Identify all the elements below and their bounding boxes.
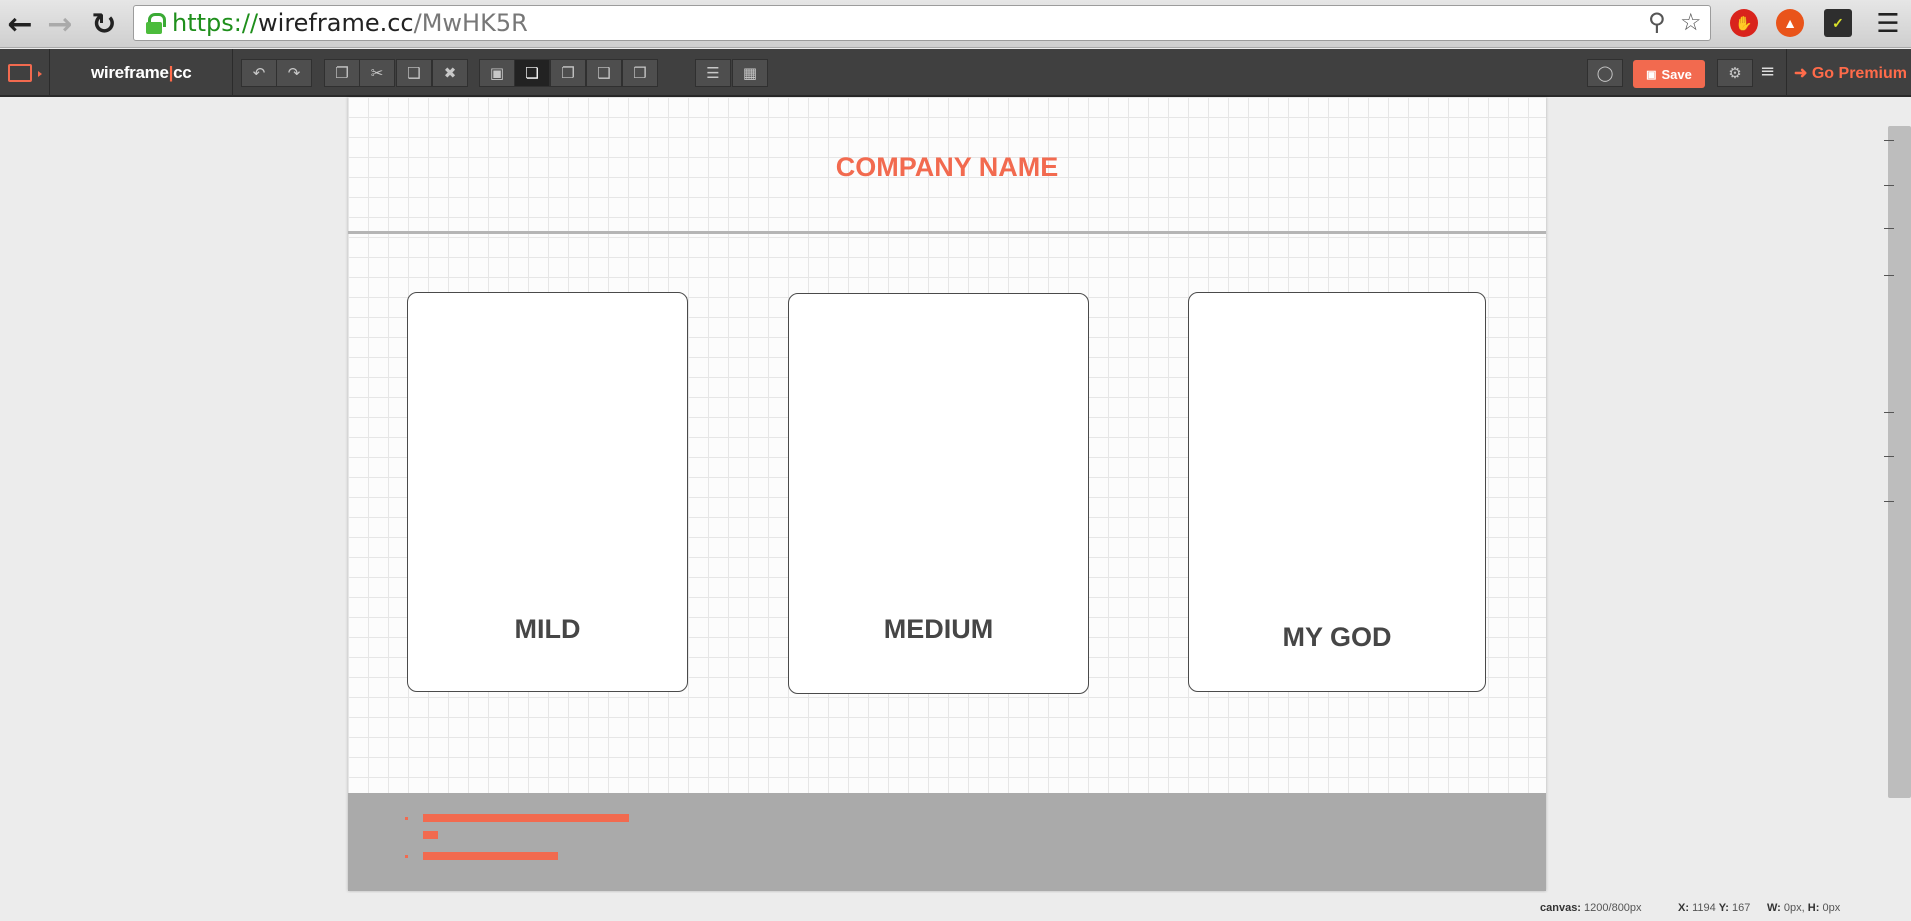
cursor-position-readout: X: 1194 Y: 167 xyxy=(1678,902,1750,914)
list-bullet xyxy=(405,855,408,858)
wireframe-canvas[interactable]: COMPANY NAME MILD MEDIUM MY GOD xyxy=(348,97,1546,891)
forward-arrow-icon[interactable]: → xyxy=(42,6,78,42)
toolbar-divider xyxy=(232,49,233,97)
ruler-tick xyxy=(1884,228,1894,229)
send-back-icon[interactable]: ❒ xyxy=(622,59,658,87)
floppy-icon: ▣ xyxy=(1646,68,1657,81)
y-label: Y: xyxy=(1718,902,1729,914)
address-bar[interactable]: https://wireframe.cc/MwHK5R xyxy=(133,5,1711,41)
card-my-god[interactable]: MY GOD xyxy=(1188,292,1486,692)
url-scheme: https:// xyxy=(172,9,259,37)
ruler-tick xyxy=(1884,412,1894,413)
browser-toolbar: ← → ↻ https://wireframe.cc/MwHK5R ⚲ ☆ ✋ … xyxy=(0,0,1911,48)
canvas-size-readout: canvas: 1200/800px xyxy=(1540,902,1642,914)
ruler-tick xyxy=(1884,185,1894,186)
app-toolbar: wireframe|cc ↶ ↷ ❐ ✂ ❑ ✖ ▣ ❏ ❐ ❑ ❒ ☰ ▦ ◯… xyxy=(0,49,1911,97)
group-icon[interactable]: ▦ xyxy=(732,59,768,87)
align-icon[interactable]: ☰ xyxy=(695,59,731,87)
card-medium[interactable]: MEDIUM xyxy=(788,293,1089,694)
logo-main: wireframe xyxy=(91,63,169,82)
header-divider[interactable] xyxy=(348,231,1546,234)
delete-icon[interactable]: ✖ xyxy=(432,59,468,87)
paste-icon[interactable]: ❑ xyxy=(396,59,432,87)
menu-icon[interactable]: ☰ xyxy=(1870,6,1906,42)
duplicate-icon[interactable]: ❐ xyxy=(324,59,360,87)
reload-icon[interactable]: ↻ xyxy=(86,6,122,42)
footer-link-placeholder[interactable] xyxy=(423,852,558,860)
toolbar-divider xyxy=(1786,49,1787,97)
x-label: X: xyxy=(1678,902,1689,914)
card-label: MY GOD xyxy=(1282,622,1392,652)
status-bar: canvas: 1200/800px X: 1194 Y: 167 W: 0px… xyxy=(0,893,1911,921)
zoom-icon[interactable]: ⚲ xyxy=(1648,8,1666,36)
lock-icon xyxy=(146,13,166,34)
canvas-size-label: canvas: xyxy=(1540,902,1581,914)
h-label: H: xyxy=(1807,902,1820,914)
hamburger-menu-icon[interactable]: ≡ xyxy=(1760,61,1775,82)
url-host: wireframe.cc xyxy=(258,9,414,37)
y-value: 167 xyxy=(1732,902,1751,914)
save-button[interactable]: ▣ Save xyxy=(1633,60,1705,88)
toolbar-divider xyxy=(49,49,50,97)
lock-toggle-icon[interactable]: ▣ xyxy=(479,59,515,87)
cut-icon[interactable]: ✂ xyxy=(359,59,395,87)
bring-forward-icon[interactable]: ❐ xyxy=(550,59,586,87)
bring-front-icon[interactable]: ❏ xyxy=(514,59,550,87)
arrow-right-icon: ➜ xyxy=(1794,65,1812,82)
ruler-tick xyxy=(1884,275,1894,276)
company-name-heading[interactable]: COMPANY NAME xyxy=(348,152,1546,183)
checkmark-extension-icon[interactable]: ✓ xyxy=(1824,9,1852,37)
sidebar-toggle-icon[interactable] xyxy=(8,64,32,82)
app-logo: wireframe|cc xyxy=(91,63,192,83)
logo-suffix: cc xyxy=(173,63,192,82)
caret-right-icon xyxy=(38,71,42,77)
w-label: W: xyxy=(1767,902,1781,914)
settings-icon[interactable]: ⚙ xyxy=(1717,59,1753,87)
comment-icon[interactable]: ◯ xyxy=(1587,59,1623,87)
star-icon[interactable]: ☆ xyxy=(1680,8,1702,36)
h-value: 0px xyxy=(1822,902,1841,914)
ruler-tick xyxy=(1884,501,1894,502)
ruler-tick xyxy=(1884,456,1894,457)
back-arrow-icon[interactable]: ← xyxy=(2,6,38,42)
w-value: 0px, xyxy=(1783,902,1805,914)
redo-icon[interactable]: ↷ xyxy=(276,59,312,87)
footer-link-placeholder[interactable] xyxy=(423,814,629,822)
card-mild[interactable]: MILD xyxy=(407,292,688,692)
adblock-icon[interactable]: ✋ xyxy=(1730,9,1758,37)
go-premium-label: Go Premium xyxy=(1811,65,1907,82)
url-path: /MwHK5R xyxy=(413,9,528,37)
scrollbar-thumb[interactable] xyxy=(1888,126,1911,798)
ruler-tick xyxy=(1884,140,1894,141)
selection-size-readout: W: 0px, H: 0px xyxy=(1767,902,1840,914)
undo-icon[interactable]: ↶ xyxy=(241,59,277,87)
canvas-size-value: 1200/800px xyxy=(1584,902,1642,914)
card-label: MEDIUM xyxy=(883,614,994,644)
go-premium-link[interactable]: ➜ Go Premium xyxy=(1794,63,1907,83)
send-backward-icon[interactable]: ❑ xyxy=(586,59,622,87)
flame-extension-icon[interactable]: ▲ xyxy=(1776,9,1804,37)
card-label: MILD xyxy=(514,614,581,644)
x-value: 1194 xyxy=(1692,902,1716,914)
list-bullet xyxy=(405,817,408,820)
footer-link-placeholder[interactable] xyxy=(423,831,438,839)
footer-block[interactable] xyxy=(348,793,1546,891)
save-label: Save xyxy=(1661,66,1692,82)
